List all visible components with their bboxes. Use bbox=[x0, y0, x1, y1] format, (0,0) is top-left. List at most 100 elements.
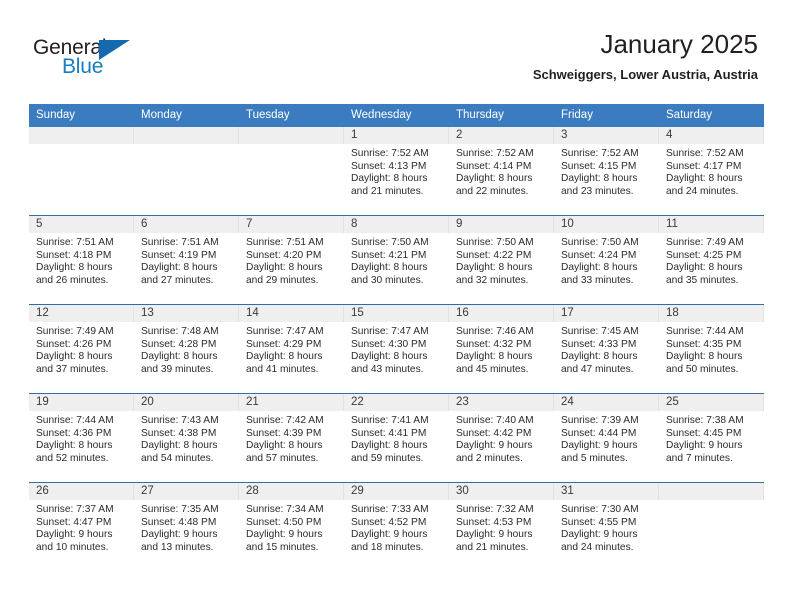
day-number: 31 bbox=[554, 483, 659, 500]
calendar-day-cell[interactable]: 27 Sunrise: 7:35 AM Sunset: 4:48 PM Dayligh… bbox=[134, 482, 239, 571]
day-detail-line: Sunrise: 7:50 AM bbox=[561, 237, 639, 248]
calendar-day-cell[interactable]: 15 Sunrise: 7:47 AM Sunset: 4:30 PM Dayligh… bbox=[344, 304, 449, 394]
calendar-day-cell[interactable]: 7 Sunrise: 7:51 AM Sunset: 4:20 PM Daylight… bbox=[239, 215, 344, 305]
day-detail-line: Sunrise: 7:38 AM bbox=[666, 415, 744, 426]
day-cell-inner bbox=[659, 483, 764, 571]
page-title: January 2025 bbox=[600, 29, 758, 59]
day-details: Sunrise: 7:43 AM Sunset: 4:38 PM Daylight:… bbox=[134, 411, 239, 465]
calendar-day-cell[interactable]: 30 Sunrise: 7:32 AM Sunset: 4:53 PM Dayligh… bbox=[449, 482, 554, 571]
calendar-header-row: Sunday Monday Tuesday Wednesday Thursday Frid… bbox=[29, 104, 764, 127]
day-detail-line: Sunset: 4:29 PM bbox=[246, 338, 322, 350]
day-number: 19 bbox=[29, 394, 134, 411]
calendar-day-cell[interactable]: 20 Sunrise: 7:43 AM Sunset: 4:38 PM Dayligh… bbox=[134, 393, 239, 483]
day-detail-line: Daylight: 8 hours bbox=[351, 440, 428, 452]
day-cell-inner: 4 Sunrise: 7:52 AM Sunset: 4:17 PM Daylight… bbox=[659, 127, 764, 215]
brand-logo[interactable]: General Blue bbox=[33, 36, 163, 82]
day-detail-line: Daylight: 8 hours bbox=[456, 262, 533, 274]
calendar-day-cell[interactable]: 26 Sunrise: 7:37 AM Sunset: 4:47 PM Dayligh… bbox=[29, 482, 134, 571]
day-detail-line: Sunrise: 7:52 AM bbox=[561, 148, 639, 159]
calendar-week-row: 1 Sunrise: 7:52 AM Sunset: 4:13 PM Daylight… bbox=[29, 127, 764, 216]
day-detail-line: Sunrise: 7:52 AM bbox=[351, 148, 429, 159]
calendar-day-cell[interactable]: 19 Sunrise: 7:44 AM Sunset: 4:36 PM Dayligh… bbox=[29, 393, 134, 483]
calendar-day-cell[interactable]: 23 Sunrise: 7:40 AM Sunset: 4:42 PM Dayligh… bbox=[449, 393, 554, 483]
day-detail-line: Sunset: 4:32 PM bbox=[456, 338, 532, 350]
day-cell-inner bbox=[134, 127, 239, 215]
calendar-day-cell[interactable]: 1 Sunrise: 7:52 AM Sunset: 4:13 PM Daylight… bbox=[344, 127, 449, 216]
calendar-day-cell[interactable]: 28 Sunrise: 7:34 AM Sunset: 4:50 PM Dayligh… bbox=[239, 482, 344, 571]
day-detail-line: Sunset: 4:45 PM bbox=[666, 427, 742, 439]
day-detail-line: and 52 minutes. bbox=[36, 452, 109, 464]
day-detail-line: and 2 minutes. bbox=[456, 452, 523, 464]
calendar-day-cell-empty bbox=[659, 482, 764, 571]
day-detail-line: Sunrise: 7:44 AM bbox=[666, 326, 744, 337]
day-detail-line: Sunset: 4:28 PM bbox=[141, 338, 217, 350]
day-detail-line: Daylight: 9 hours bbox=[246, 529, 323, 541]
page-subtitle: Schweiggers, Lower Austria, Austria bbox=[532, 67, 758, 82]
calendar-day-cell[interactable]: 14 Sunrise: 7:47 AM Sunset: 4:29 PM Dayligh… bbox=[239, 304, 344, 394]
day-detail-line: Sunrise: 7:43 AM bbox=[141, 415, 219, 426]
calendar-day-cell[interactable]: 11 Sunrise: 7:49 AM Sunset: 4:25 PM Dayligh… bbox=[659, 215, 764, 305]
calendar-day-cell[interactable]: 29 Sunrise: 7:33 AM Sunset: 4:52 PM Dayligh… bbox=[344, 482, 449, 571]
day-cell-inner: 18 Sunrise: 7:44 AM Sunset: 4:35 PM Dayligh… bbox=[659, 305, 764, 393]
day-detail-line: Sunrise: 7:34 AM bbox=[246, 504, 324, 515]
day-detail-line: Sunset: 4:50 PM bbox=[246, 516, 322, 528]
day-number: 22 bbox=[344, 394, 449, 411]
day-detail-line: and 27 minutes. bbox=[141, 274, 214, 286]
day-detail-line: and 57 minutes. bbox=[246, 452, 319, 464]
calendar-day-cell[interactable]: 21 Sunrise: 7:42 AM Sunset: 4:39 PM Dayligh… bbox=[239, 393, 344, 483]
calendar-day-cell[interactable]: 3 Sunrise: 7:52 AM Sunset: 4:15 PM Daylight… bbox=[554, 127, 659, 216]
day-details: Sunrise: 7:50 AM Sunset: 4:24 PM Daylight:… bbox=[554, 233, 659, 287]
day-details: Sunrise: 7:52 AM Sunset: 4:14 PM Daylight:… bbox=[449, 144, 554, 198]
day-detail-line: Sunset: 4:35 PM bbox=[666, 338, 742, 350]
day-number: 5 bbox=[29, 216, 134, 233]
day-cell-inner: 29 Sunrise: 7:33 AM Sunset: 4:52 PM Dayligh… bbox=[344, 483, 449, 571]
calendar-day-cell[interactable]: 13 Sunrise: 7:48 AM Sunset: 4:28 PM Dayligh… bbox=[134, 304, 239, 394]
day-detail-line: Daylight: 9 hours bbox=[561, 529, 638, 541]
day-number: 20 bbox=[134, 394, 239, 411]
day-detail-line: Sunset: 4:20 PM bbox=[246, 249, 322, 261]
day-details: Sunrise: 7:52 AM Sunset: 4:17 PM Daylight:… bbox=[659, 144, 764, 198]
day-number: 18 bbox=[659, 305, 764, 322]
day-detail-line: Daylight: 8 hours bbox=[141, 351, 218, 363]
calendar-day-cell[interactable]: 2 Sunrise: 7:52 AM Sunset: 4:14 PM Daylight… bbox=[449, 127, 554, 216]
weekday-header-wednesday: Wednesday bbox=[344, 104, 449, 127]
day-number: 2 bbox=[449, 127, 554, 144]
calendar-day-cell[interactable]: 25 Sunrise: 7:38 AM Sunset: 4:45 PM Dayligh… bbox=[659, 393, 764, 483]
day-details: Sunrise: 7:42 AM Sunset: 4:39 PM Daylight:… bbox=[239, 411, 344, 465]
day-detail-line: Sunset: 4:24 PM bbox=[561, 249, 637, 261]
calendar-day-cell[interactable]: 31 Sunrise: 7:30 AM Sunset: 4:55 PM Dayligh… bbox=[554, 482, 659, 571]
day-detail-line: Sunset: 4:19 PM bbox=[141, 249, 217, 261]
day-detail-line: and 24 minutes. bbox=[561, 541, 634, 553]
day-cell-inner: 5 Sunrise: 7:51 AM Sunset: 4:18 PM Daylight… bbox=[29, 216, 134, 304]
day-number: 25 bbox=[659, 394, 764, 411]
brand-name-blue: Blue bbox=[62, 55, 104, 78]
calendar-day-cell[interactable]: 5 Sunrise: 7:51 AM Sunset: 4:18 PM Daylight… bbox=[29, 215, 134, 305]
day-detail-line: Daylight: 8 hours bbox=[561, 262, 638, 274]
calendar-day-cell[interactable]: 6 Sunrise: 7:51 AM Sunset: 4:19 PM Daylight… bbox=[134, 215, 239, 305]
day-detail-line: Sunrise: 7:40 AM bbox=[456, 415, 534, 426]
calendar-day-cell[interactable]: 18 Sunrise: 7:44 AM Sunset: 4:35 PM Dayligh… bbox=[659, 304, 764, 394]
day-cell-inner: 19 Sunrise: 7:44 AM Sunset: 4:36 PM Dayligh… bbox=[29, 394, 134, 482]
day-detail-line: Daylight: 8 hours bbox=[351, 351, 428, 363]
calendar-day-cell[interactable]: 16 Sunrise: 7:46 AM Sunset: 4:32 PM Dayligh… bbox=[449, 304, 554, 394]
calendar-day-cell[interactable]: 8 Sunrise: 7:50 AM Sunset: 4:21 PM Daylight… bbox=[344, 215, 449, 305]
day-details: Sunrise: 7:51 AM Sunset: 4:18 PM Daylight:… bbox=[29, 233, 134, 287]
calendar-day-cell[interactable]: 22 Sunrise: 7:41 AM Sunset: 4:41 PM Dayligh… bbox=[344, 393, 449, 483]
calendar-day-cell-empty bbox=[29, 127, 134, 216]
calendar-day-cell[interactable]: 9 Sunrise: 7:50 AM Sunset: 4:22 PM Daylight… bbox=[449, 215, 554, 305]
day-number: 27 bbox=[134, 483, 239, 500]
day-detail-line: and 21 minutes. bbox=[351, 185, 424, 197]
day-details: Sunrise: 7:34 AM Sunset: 4:50 PM Daylight:… bbox=[239, 500, 344, 554]
calendar-day-cell[interactable]: 24 Sunrise: 7:39 AM Sunset: 4:44 PM Dayligh… bbox=[554, 393, 659, 483]
weekday-header-saturday: Saturday bbox=[659, 104, 764, 127]
calendar-day-cell[interactable]: 10 Sunrise: 7:50 AM Sunset: 4:24 PM Dayligh… bbox=[554, 215, 659, 305]
day-cell-inner: 15 Sunrise: 7:47 AM Sunset: 4:30 PM Dayligh… bbox=[344, 305, 449, 393]
day-detail-line: Daylight: 8 hours bbox=[561, 173, 638, 185]
calendar-day-cell[interactable]: 4 Sunrise: 7:52 AM Sunset: 4:17 PM Daylight… bbox=[659, 127, 764, 216]
calendar-week-row: 19 Sunrise: 7:44 AM Sunset: 4:36 PM Dayligh… bbox=[29, 393, 764, 483]
calendar-day-cell[interactable]: 17 Sunrise: 7:45 AM Sunset: 4:33 PM Dayligh… bbox=[554, 304, 659, 394]
day-number: 13 bbox=[134, 305, 239, 322]
day-detail-line: Daylight: 9 hours bbox=[141, 529, 218, 541]
calendar-day-cell[interactable]: 12 Sunrise: 7:49 AM Sunset: 4:26 PM Dayligh… bbox=[29, 304, 134, 394]
day-detail-line: Daylight: 9 hours bbox=[561, 440, 638, 452]
